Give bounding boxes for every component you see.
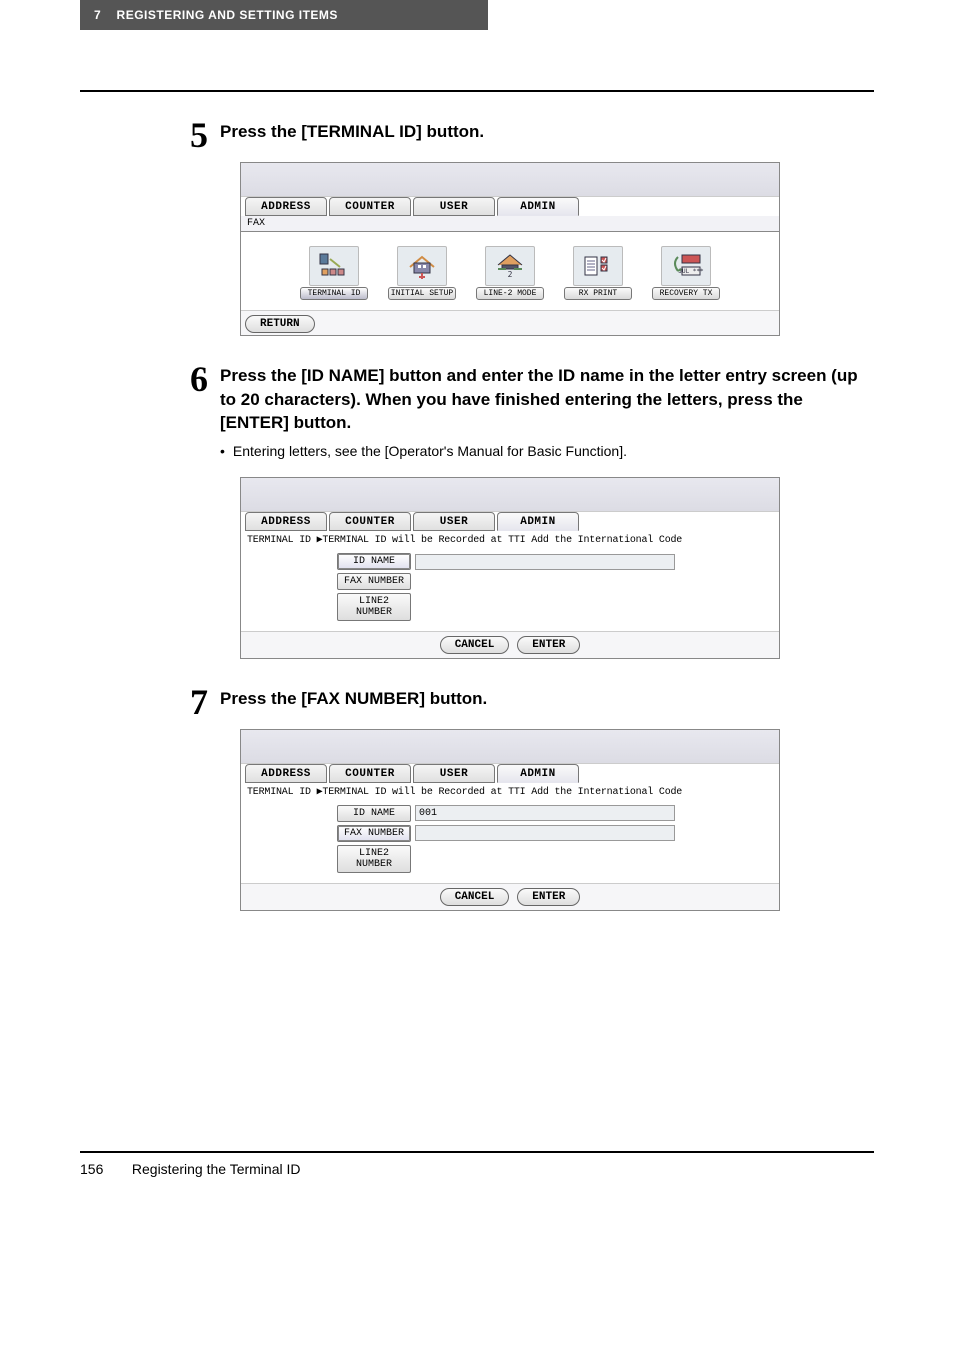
tab-counter[interactable]: COUNTER [329,512,411,531]
screenshot-terminal-id: ADDRESS COUNTER USER ADMIN FAX TERMINAL … [240,162,780,336]
rx-print-icon [573,246,623,286]
return-button[interactable]: RETURN [245,315,315,333]
recovery-tx-label: RECOVERY TX [652,287,720,300]
enter-button[interactable]: ENTER [517,888,580,906]
step-title: Press the [ID NAME] button and enter the… [220,364,874,435]
fax-label: FAX [241,216,779,232]
cancel-button[interactable]: CANCEL [440,888,510,906]
screenshot-fax-number: ADDRESS COUNTER USER ADMIN TERMINAL ID ▶… [240,729,780,911]
page-number: 156 [80,1161,128,1177]
initial-setup-label: INITIAL SETUP [388,287,456,300]
tab-admin[interactable]: ADMIN [497,512,579,531]
line2-mode-button[interactable]: 2 LINE-2 MODE [475,246,545,300]
page-footer: 156 Registering the Terminal ID [80,1151,874,1177]
enter-button[interactable]: ENTER [517,636,580,654]
step-title: Press the [TERMINAL ID] button. [220,120,874,144]
tab-address[interactable]: ADDRESS [245,512,327,531]
terminal-message: TERMINAL ID ▶TERMINAL ID will be Recorde… [241,531,779,549]
bullet-text: Entering letters, see the [Operator's Ma… [233,443,627,459]
tab-user[interactable]: USER [413,197,495,216]
terminal-id-label: TERMINAL ID [300,287,368,300]
fax-number-button[interactable]: FAX NUMBER [337,825,411,842]
tab-admin[interactable]: ADMIN [497,197,579,216]
screenshot-id-name: ADDRESS COUNTER USER ADMIN TERMINAL ID ▶… [240,477,780,659]
line2-mode-label: LINE-2 MODE [476,287,544,300]
fax-number-field[interactable] [415,825,675,841]
tab-counter[interactable]: COUNTER [329,764,411,783]
id-name-value: 001 [419,808,437,819]
id-name-field[interactable] [415,554,675,570]
step-7: 7 Press the [FAX NUMBER] button. ADDRESS… [80,687,874,911]
tab-user[interactable]: USER [413,764,495,783]
cancel-button[interactable]: CANCEL [440,636,510,654]
tab-row: ADDRESS COUNTER USER ADMIN [241,197,779,216]
step-bullet: Entering letters, see the [Operator's Ma… [220,443,874,459]
id-name-button[interactable]: ID NAME [337,553,411,570]
chapter-header: 7 REGISTERING AND SETTING ITEMS [80,0,488,30]
step-number: 7 [190,681,208,723]
svg-text:JUL ***: JUL *** [678,268,704,275]
line2-mode-icon: 2 [485,246,535,286]
tab-row: ADDRESS COUNTER USER ADMIN [241,764,779,783]
terminal-id-icon [309,246,359,286]
id-name-button[interactable]: ID NAME [337,805,411,822]
id-name-field[interactable]: 001 [415,805,675,821]
svg-text:2: 2 [508,270,513,279]
tab-address[interactable]: ADDRESS [245,197,327,216]
line2-number-button[interactable]: LINE2 NUMBER [337,593,411,621]
terminal-message: TERMINAL ID ▶TERMINAL ID will be Recorde… [241,783,779,801]
recovery-tx-button[interactable]: JUL *** RECOVERY TX [651,246,721,300]
step-title: Press the [FAX NUMBER] button. [220,687,874,711]
footer-title: Registering the Terminal ID [132,1161,301,1177]
tab-counter[interactable]: COUNTER [329,197,411,216]
tab-row: ADDRESS COUNTER USER ADMIN [241,512,779,531]
initial-setup-button[interactable]: INITIAL SETUP [387,246,457,300]
rx-print-label: RX PRINT [564,287,632,300]
top-rule [80,90,874,92]
step-number: 6 [190,358,208,400]
step-5: 5 Press the [TERMINAL ID] button. ADDRES… [80,120,874,336]
tab-admin[interactable]: ADMIN [497,764,579,783]
initial-setup-icon [397,246,447,286]
fax-number-button[interactable]: FAX NUMBER [337,573,411,590]
step-number: 5 [190,114,208,156]
recovery-tx-icon: JUL *** [661,246,711,286]
step-6: 6 Press the [ID NAME] button and enter t… [80,364,874,659]
tab-user[interactable]: USER [413,512,495,531]
chapter-title: REGISTERING AND SETTING ITEMS [117,8,338,22]
line2-number-button[interactable]: LINE2 NUMBER [337,845,411,873]
chapter-number: 7 [94,8,101,22]
rx-print-button[interactable]: RX PRINT [563,246,633,300]
terminal-id-button[interactable]: TERMINAL ID [299,246,369,300]
tab-address[interactable]: ADDRESS [245,764,327,783]
